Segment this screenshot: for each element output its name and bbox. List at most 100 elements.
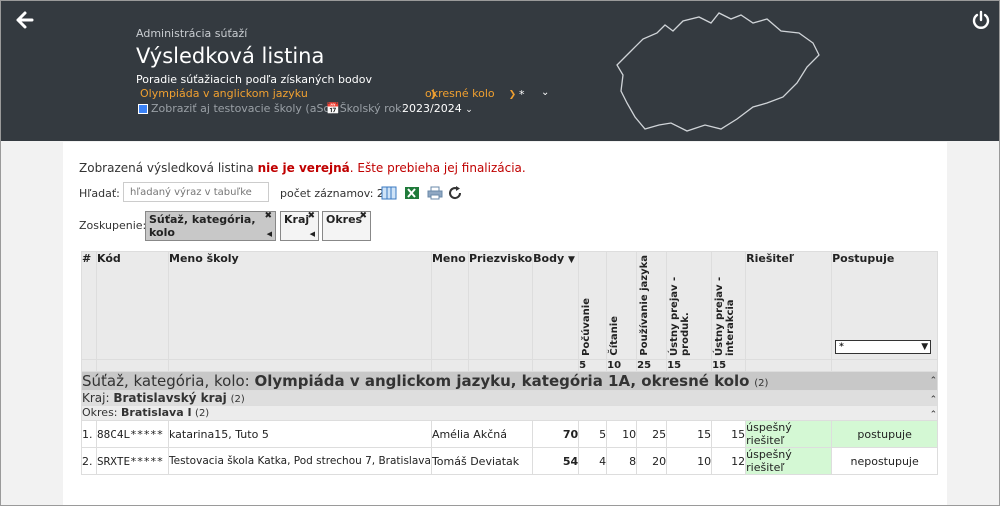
col-school-header[interactable]: Meno školy xyxy=(168,251,432,360)
col-points-header[interactable]: Body ▼ xyxy=(532,251,580,360)
round-select[interactable]: okresné kolo ❯ xyxy=(425,87,516,100)
refresh-icon[interactable] xyxy=(447,186,463,200)
group-region-cell[interactable]: Kraj: Bratislavský kraj (2) ⌃ xyxy=(80,390,939,406)
group-row-region[interactable]: Kraj: Bratislavský kraj (2) ⌃ xyxy=(80,390,939,406)
grouping-chip-region[interactable]: Kraj ✖ ◀ xyxy=(280,211,319,241)
notice-prefix: Zobrazená výsledková listina xyxy=(79,161,258,175)
chevron-down-icon: ⌄ xyxy=(465,105,473,115)
cell-score: 20 xyxy=(636,447,668,475)
col-advance-header[interactable]: Postupuje * ▼ xyxy=(831,251,939,360)
notice-suffix: . Ešte prebieha jej finalizácia. xyxy=(349,161,526,175)
round-value: okresné kolo xyxy=(425,87,495,100)
col-name-header[interactable]: Meno xyxy=(430,251,469,360)
close-icon[interactable]: ✖ xyxy=(307,211,315,221)
speaking-inter-label: Ústny prejav - interakcia xyxy=(714,276,737,356)
max-points-cell: 10 xyxy=(606,359,638,372)
max-points-cell: 15 xyxy=(711,359,747,372)
group-count: (2) xyxy=(230,394,245,405)
group-label: Okres: xyxy=(82,406,122,419)
school-year-label: 📅Školský rok: xyxy=(326,102,406,115)
group-competition-cell[interactable]: Súťaž, kategória, kolo: Olympiáda v angl… xyxy=(80,371,939,391)
col-code-header[interactable]: Kód xyxy=(96,251,169,360)
reading-label: Čítanie xyxy=(609,316,621,356)
chevron-up-icon[interactable]: ⌃ xyxy=(930,376,938,386)
chevron-left-icon[interactable]: ◀ xyxy=(310,230,315,238)
slovakia-map xyxy=(616,12,820,132)
cell-advance: nepostupuje xyxy=(831,447,939,475)
print-icon[interactable] xyxy=(427,186,443,200)
chevron-up-icon[interactable]: ⌃ xyxy=(930,410,938,420)
school-year-value: 2023/2024 xyxy=(402,102,462,115)
status-notice: Zobrazená výsledková listina nie je vere… xyxy=(79,161,526,175)
speaking-prod-label: Ústny prejav - produk. xyxy=(669,276,692,356)
cell-solver: úspešný riešiteľ xyxy=(745,447,833,475)
advance-filter-select[interactable]: * ▼ xyxy=(835,340,932,354)
close-icon[interactable]: ✖ xyxy=(264,211,272,221)
cell-school: katarina15, Tuto 5 xyxy=(168,420,432,448)
group-label: Súťaž, kategória, kolo: xyxy=(82,372,255,390)
excel-icon[interactable] xyxy=(404,186,420,200)
arrow-left-icon[interactable] xyxy=(13,9,35,31)
max-points-cell: 15 xyxy=(666,359,713,372)
max-points-row: 5 10 25 15 15 xyxy=(81,359,939,372)
calendar-icon: 📅 xyxy=(326,102,340,115)
checkbox-checked-icon[interactable] xyxy=(138,104,148,114)
group-row-competition[interactable]: Súťaž, kategória, kolo: Olympiáda v angl… xyxy=(80,371,939,391)
group-value: Bratislava I xyxy=(121,406,192,419)
school-year-select[interactable]: 2023/2024 ⌄ xyxy=(402,102,473,115)
group-label: Kraj: xyxy=(82,391,114,405)
cell-score: 4 xyxy=(578,447,608,475)
max-points-cell: 5 xyxy=(578,359,608,372)
cell-score: 25 xyxy=(636,420,668,448)
advance-label: Postupuje xyxy=(832,252,895,265)
chevron-down-icon[interactable]: ⌄ xyxy=(541,87,549,98)
grouping-chip-district[interactable]: Okres ✖ xyxy=(322,211,371,241)
competition-value: Olympiáda v anglickom jazyku xyxy=(140,87,308,100)
max-points-cell: 25 xyxy=(636,359,668,372)
col-num-header[interactable]: # xyxy=(81,251,97,360)
col-listening-header[interactable]: Počúvanie xyxy=(578,251,608,360)
filter-star: * xyxy=(519,88,525,101)
col-solver-header[interactable]: Riešiteľ xyxy=(745,251,833,360)
col-language-use-header[interactable]: Používanie jazyka xyxy=(636,251,668,360)
cell-points: 54 xyxy=(532,447,580,475)
cell-score: 10 xyxy=(606,420,638,448)
search-label: Hľadať: xyxy=(79,187,120,200)
cell-score: 12 xyxy=(711,447,747,475)
language-use-label: Používanie jazyka xyxy=(639,255,651,356)
table-row[interactable]: 1. 88C4L***** katarina15, Tuto 5 Amélia … xyxy=(81,420,939,448)
cell-points: 70 xyxy=(532,420,580,448)
page-title: Výsledková listina xyxy=(136,44,325,68)
search-input[interactable] xyxy=(123,182,269,202)
table-row[interactable]: 2. SRXTE***** Testovacia škola Katka, Po… xyxy=(81,447,939,475)
close-icon[interactable]: ✖ xyxy=(359,211,367,221)
col-reading-header[interactable]: Čítanie xyxy=(606,251,638,360)
cell-score: 10 xyxy=(666,447,713,475)
columns-icon[interactable] xyxy=(381,186,397,200)
cell-advance: postupuje xyxy=(831,420,939,448)
chevron-down-icon: ❯ xyxy=(508,90,517,100)
group-row-district[interactable]: Okres: Bratislava I (2) ⌃ xyxy=(80,405,939,421)
test-schools-label: Zobraziť aj testovacie školy (aSc) xyxy=(151,102,334,115)
cell-score: 15 xyxy=(666,420,713,448)
grouping-chip-competition[interactable]: Súťaž, kategória, kolo ✖ ◀ xyxy=(145,211,276,241)
chevron-left-icon[interactable]: ◀ xyxy=(267,230,272,238)
test-schools-checkbox[interactable]: Zobraziť aj testovacie školy (aSc) xyxy=(138,102,334,115)
sort-desc-icon: ▼ xyxy=(567,255,575,265)
page-subtitle: Poradie súťažiacich podľa získaných bodo… xyxy=(136,73,372,86)
admin-breadcrumb[interactable]: Administrácia súťaží xyxy=(136,27,247,40)
col-speaking-prod-header[interactable]: Ústny prejav - produk. xyxy=(666,251,713,360)
cell-num: 2. xyxy=(81,447,97,475)
page-frame: Administrácia súťaží Výsledková listina … xyxy=(0,0,1000,506)
chip-label: Kraj xyxy=(284,213,310,226)
cell-school: Testovacia škola Katka, Pod strechou 7, … xyxy=(168,447,432,475)
competition-select[interactable]: Olympiáda v anglickom jazyku ❯ xyxy=(140,87,437,100)
power-icon[interactable] xyxy=(971,10,991,30)
group-count: (2) xyxy=(754,378,769,389)
group-district-cell[interactable]: Okres: Bratislava I (2) ⌃ xyxy=(80,405,939,421)
listening-label: Počúvanie xyxy=(581,298,593,356)
chevron-up-icon[interactable]: ⌃ xyxy=(930,395,938,405)
col-speaking-inter-header[interactable]: Ústny prejav - interakcia xyxy=(711,251,747,360)
group-count: (2) xyxy=(195,408,210,419)
col-surname-header[interactable]: Priezvisko xyxy=(467,251,534,360)
